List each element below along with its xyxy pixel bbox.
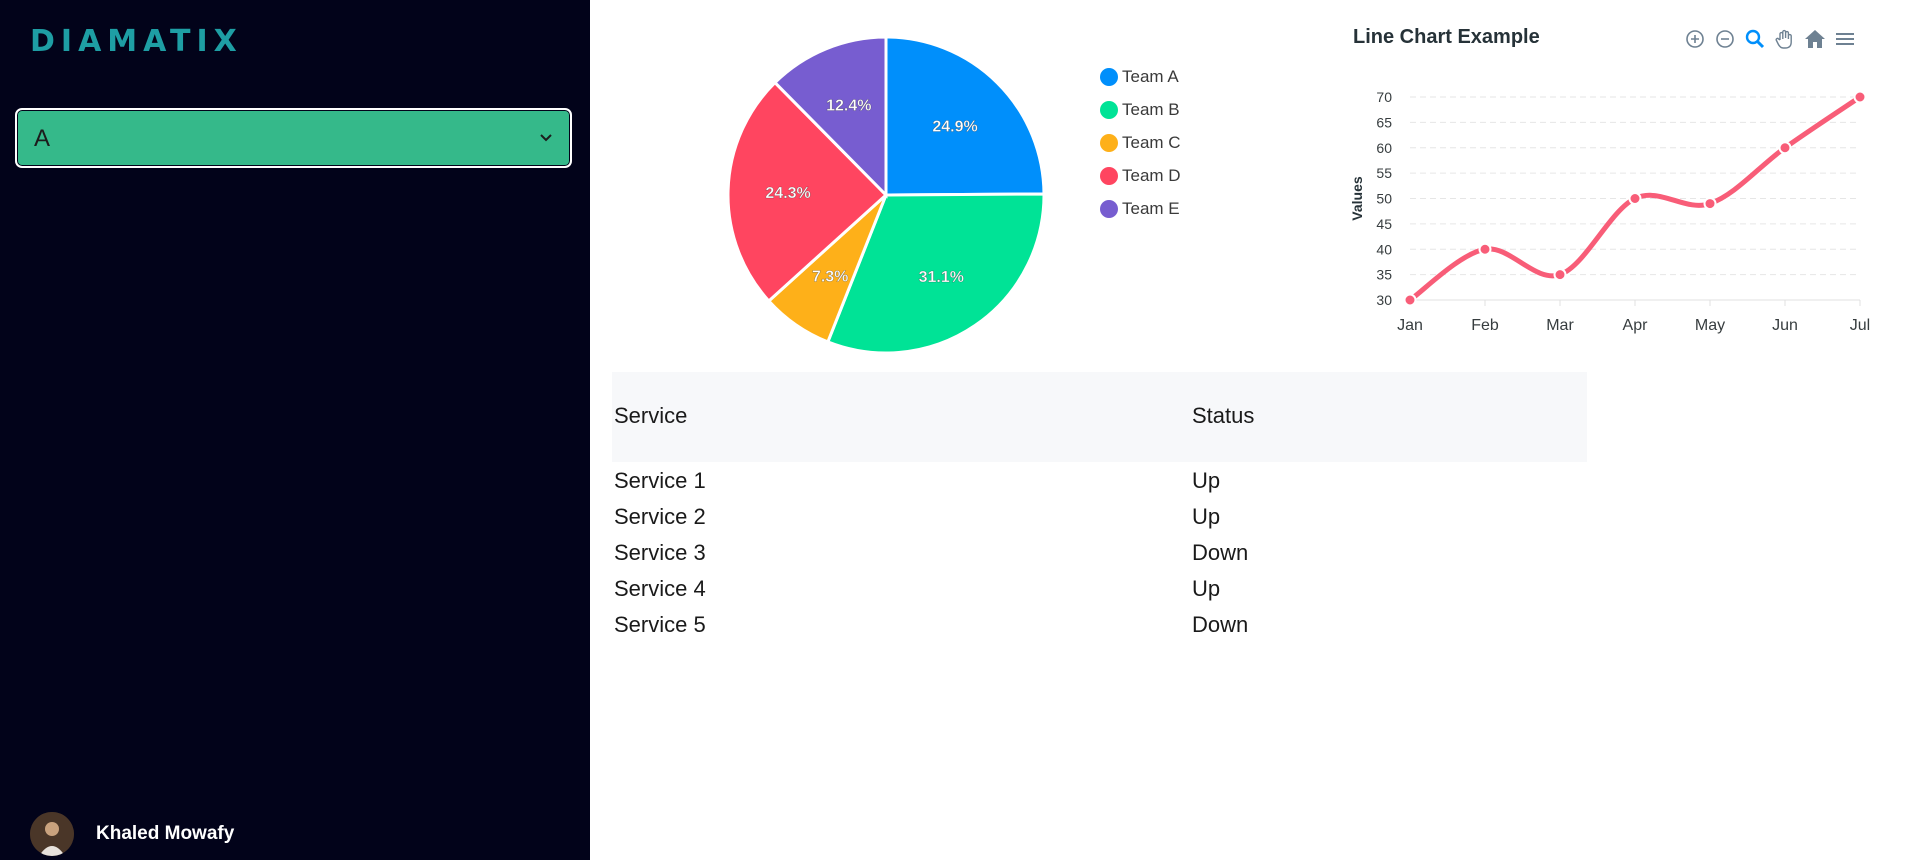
table-row: Service 2 Up bbox=[614, 498, 1589, 534]
legend-marker bbox=[1100, 100, 1118, 119]
line-point[interactable] bbox=[1778, 141, 1792, 155]
y-tick-label: 30 bbox=[1376, 292, 1392, 308]
x-tick-label: Feb bbox=[1471, 317, 1499, 334]
sidebar: DIAMATIX A Khaled Mowafy bbox=[0, 0, 590, 860]
service-status-cell: Up bbox=[1192, 576, 1221, 601]
pie-legend: Team A Team B Team C Team D Team E bbox=[1100, 60, 1181, 225]
zoom-out-icon[interactable] bbox=[1712, 26, 1738, 52]
legend-label: Team B bbox=[1122, 99, 1180, 119]
legend-item-team-a[interactable]: Team A bbox=[1100, 60, 1181, 93]
line-point[interactable] bbox=[1703, 197, 1717, 211]
line-chart: Values 30 35 40 45 50 55 60 65 70 Jan Feb Mar Apr May J… bbox=[1349, 89, 1870, 334]
y-tick-label: 35 bbox=[1376, 267, 1392, 283]
y-tick-label: 65 bbox=[1376, 114, 1392, 130]
line-point[interactable] bbox=[1628, 192, 1642, 205]
legend-label: Team D bbox=[1122, 165, 1181, 185]
x-tick-label: Jul bbox=[1850, 317, 1870, 334]
service-status-cell: Down bbox=[1192, 612, 1249, 637]
chart-toolbar bbox=[1682, 26, 1858, 52]
service-name-cell: Service 3 bbox=[614, 540, 706, 565]
x-tick-label: May bbox=[1695, 317, 1725, 334]
home-icon[interactable] bbox=[1802, 26, 1828, 52]
line-point[interactable] bbox=[1853, 90, 1867, 104]
user-name: Khaled Mowafy bbox=[96, 823, 235, 844]
legend-marker bbox=[1100, 133, 1118, 152]
y-tick-label: 70 bbox=[1376, 89, 1392, 105]
legend-label: Team E bbox=[1122, 198, 1180, 218]
pie-data-label: 24.3% bbox=[765, 185, 810, 202]
user-profile[interactable]: Khaled Mowafy bbox=[30, 812, 234, 856]
line-point[interactable] bbox=[1553, 268, 1567, 282]
line-point[interactable] bbox=[1403, 293, 1417, 307]
zoom-in-icon[interactable] bbox=[1682, 26, 1708, 52]
y-tick-label: 55 bbox=[1376, 165, 1392, 181]
y-axis-title: Values bbox=[1349, 176, 1365, 221]
service-name-cell: Service 4 bbox=[614, 576, 706, 601]
service-status-cell: Down bbox=[1192, 540, 1249, 565]
service-name-cell: Service 5 bbox=[614, 612, 706, 637]
legend-item-team-e[interactable]: Team E bbox=[1100, 192, 1181, 225]
x-tick-label: Jan bbox=[1397, 317, 1423, 334]
y-tick-label: 45 bbox=[1376, 216, 1392, 232]
avatar bbox=[30, 812, 74, 856]
app-logo: DIAMATIX bbox=[30, 24, 243, 59]
table-header: Service Status bbox=[612, 372, 1587, 462]
x-tick-label: Apr bbox=[1623, 317, 1649, 334]
group-select[interactable]: A bbox=[17, 110, 570, 166]
table-row: Service 5 Down bbox=[614, 606, 1589, 642]
column-header-status: Status bbox=[1192, 403, 1255, 428]
pan-icon[interactable] bbox=[1772, 26, 1798, 52]
table-body: Service 1 Up Service 2 Up Service 3 Down Servi… bbox=[614, 462, 1589, 642]
legend-label: Team A bbox=[1122, 66, 1179, 86]
legend-marker bbox=[1100, 166, 1118, 185]
pie-data-label: 12.4% bbox=[826, 97, 871, 114]
y-tick-label: 40 bbox=[1376, 241, 1392, 257]
column-header-service: Service bbox=[614, 403, 688, 428]
table-row: Service 4 Up bbox=[614, 570, 1589, 606]
legend-label: Team C bbox=[1122, 132, 1181, 152]
line-chart-title: Line Chart Example bbox=[1353, 26, 1540, 48]
table-row: Service 3 Down bbox=[614, 534, 1589, 570]
legend-item-team-d[interactable]: Team D bbox=[1100, 159, 1181, 192]
legend-marker bbox=[1100, 67, 1118, 86]
pie-data-label: 7.3% bbox=[812, 268, 848, 285]
pie-data-label: 31.1% bbox=[919, 269, 964, 286]
service-name-cell: Service 1 bbox=[614, 468, 706, 493]
line-point[interactable] bbox=[1478, 242, 1492, 256]
y-tick-label: 60 bbox=[1376, 140, 1392, 156]
pie-data-label: 24.9% bbox=[932, 119, 977, 136]
group-select-wrapper[interactable]: A bbox=[15, 108, 572, 168]
menu-icon[interactable] bbox=[1832, 26, 1858, 52]
service-status-cell: Up bbox=[1192, 468, 1221, 493]
x-tick-label: Mar bbox=[1546, 317, 1574, 334]
service-name-cell: Service 2 bbox=[614, 504, 706, 529]
legend-item-team-c[interactable]: Team C bbox=[1100, 126, 1181, 159]
legend-item-team-b[interactable]: Team B bbox=[1100, 93, 1181, 126]
service-status-cell: Up bbox=[1192, 504, 1221, 529]
y-tick-label: 50 bbox=[1376, 191, 1392, 207]
table-row: Service 1 Up bbox=[614, 462, 1589, 498]
x-tick-label: Jun bbox=[1772, 317, 1798, 334]
selection-zoom-icon[interactable] bbox=[1742, 26, 1768, 52]
pie-slice-team-a[interactable] bbox=[884, 35, 1046, 197]
legend-marker bbox=[1100, 199, 1118, 218]
